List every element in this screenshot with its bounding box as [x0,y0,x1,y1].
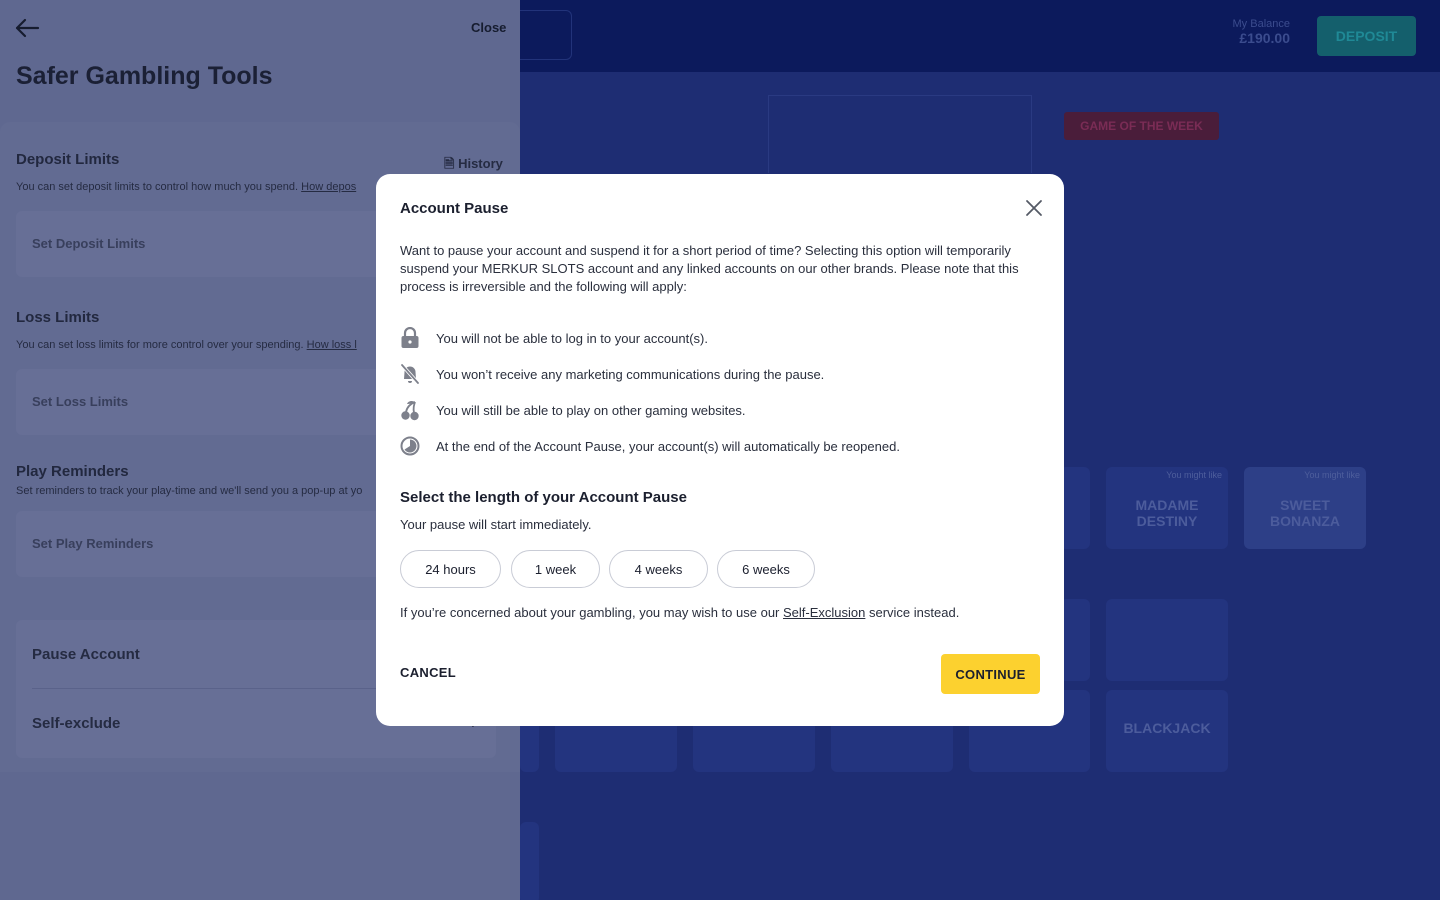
rule-item: At the end of the Account Pause, your ac… [400,435,1040,459]
game-of-week-badge: GAME OF THE WEEK [1064,112,1219,140]
option-24-hours[interactable]: 24 hours [400,550,501,588]
loss-limits-desc: You can set loss limits for more control… [16,339,357,351]
deposit-help-link[interactable]: How depos [301,181,356,193]
back-arrow-icon[interactable] [14,16,40,40]
deposit-limits-title: Deposit Limits [16,151,120,168]
cancel-button[interactable]: CANCEL [400,665,456,680]
play-reminders-title: Play Reminders [16,463,129,480]
game-tile-sweet-bonanza[interactable]: You might like SWEET BONANZA [1244,467,1366,549]
field-label: Set Deposit Limits [32,236,146,251]
rule-item: You won’t receive any marketing communic… [400,363,1040,387]
deposit-desc-text: You can set deposit limits to control ho… [16,181,299,193]
game-tile-madame-destiny[interactable]: You might like MADAME DESTINY [1106,467,1228,549]
option-6-weeks[interactable]: 6 weeks [717,550,815,588]
balance-amount: £190.00 [1239,30,1290,46]
game-tile-blackjack[interactable]: BLACKJACK [1106,690,1228,772]
history-label: History [458,156,503,171]
rule-text: You won’t receive any marketing communic… [436,367,825,382]
search-box[interactable] [520,10,572,60]
pause-account-item[interactable]: Pause Account [32,646,140,663]
pause-length-title: Select the length of your Account Pause [400,489,687,506]
tile-title: MADAME DESTINY [1135,497,1199,529]
rule-text: You will not be able to log in to your a… [436,331,708,346]
game-tile[interactable] [1106,599,1228,681]
modal-intro: Want to pause your account and suspend i… [400,243,1019,294]
timer-icon [400,436,420,456]
pause-length-desc: Your pause will start immediately. [400,517,592,532]
lock-icon [401,327,419,348]
tile-title: BLACKJACK [1123,720,1211,736]
option-4-weeks[interactable]: 4 weeks [609,550,708,588]
balance-widget[interactable]: My Balance £190.00 [1233,18,1290,46]
deposit-button[interactable]: DEPOSIT [1317,16,1416,56]
rule-text: You will still be able to play on other … [436,403,746,418]
tile-title: SWEET BONANZA [1270,497,1340,529]
field-label: Set Loss Limits [32,394,129,409]
option-1-week[interactable]: 1 week [511,550,600,588]
bell-off-icon [400,363,420,385]
game-tile[interactable] [1060,599,1090,681]
field-label: Set Play Reminders [32,536,154,551]
account-pause-modal: Account Pause Want to pause your account… [376,174,1064,726]
cherries-icon [401,400,419,421]
drawer-close-link[interactable]: Close [471,20,506,35]
tile-tag: You might like [1304,470,1360,480]
drawer-title: Safer Gambling Tools [16,62,273,90]
concern-suffix: service instead. [865,605,960,620]
balance-label: My Balance [1232,18,1290,30]
concern-prefix: If you’re concerned about your gambling,… [400,605,783,620]
self-exclude-item[interactable]: Self-exclude [32,715,120,732]
loss-limits-title: Loss Limits [16,309,100,326]
close-icon[interactable] [1024,198,1044,218]
document-icon: 🗎 [444,156,455,171]
play-reminders-desc: Set reminders to track your play-time an… [16,485,363,497]
loss-desc-text: You can set loss limits for more control… [16,339,304,351]
rule-text: At the end of the Account Pause, your ac… [436,439,900,454]
loss-help-link[interactable]: How loss l [307,339,357,351]
self-exclusion-link[interactable]: Self-Exclusion [783,605,865,620]
modal-title: Account Pause [400,200,509,217]
rule-item: You will still be able to play on other … [400,399,1040,423]
rule-item: You will not be able to log in to your a… [400,327,1040,351]
tile-tag: You might like [1166,470,1222,480]
game-tile[interactable] [1060,467,1090,549]
promo-panel [768,95,1032,173]
concern-text: If you’re concerned about your gambling,… [400,605,959,620]
game-tile[interactable] [520,822,539,900]
continue-button[interactable]: CONTINUE [941,654,1040,694]
deposit-limits-desc: You can set deposit limits to control ho… [16,181,356,193]
